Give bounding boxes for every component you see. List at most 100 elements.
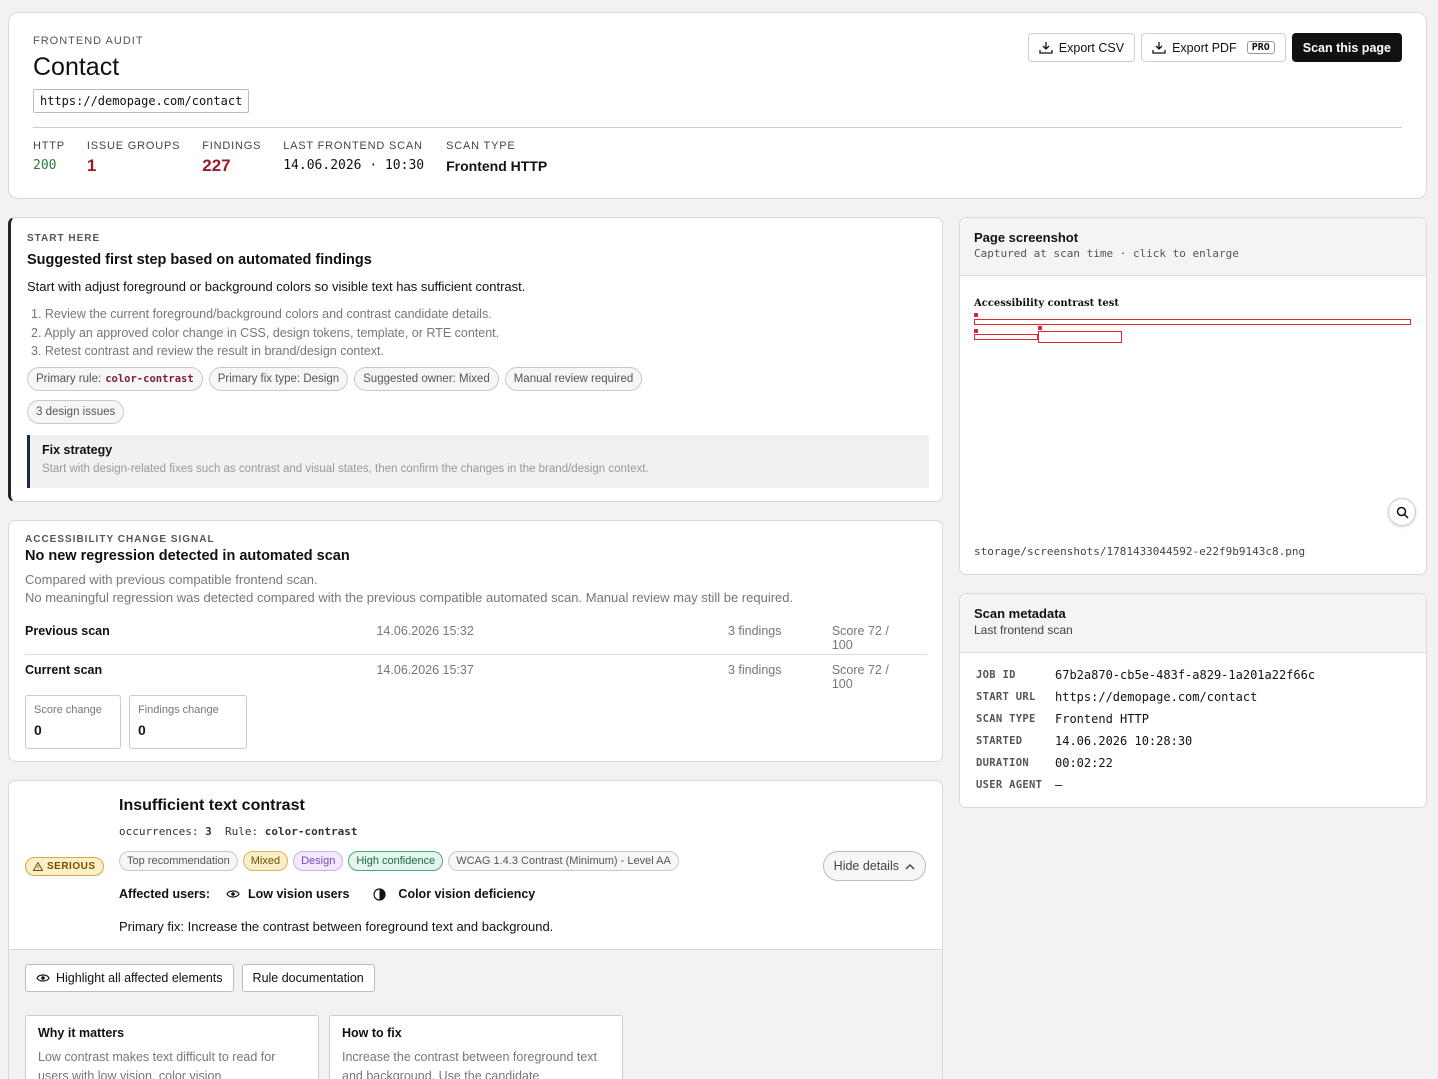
metadata-row: USER AGENT — (976, 774, 1315, 796)
stat-value: 14.06.2026 · 10:30 (283, 158, 425, 173)
tag-design: Design (293, 851, 344, 871)
screenshot-preview[interactable]: Accessibility contrast test (974, 298, 1412, 548)
metadata-key: JOB ID (976, 669, 1016, 681)
metadata-row: JOB ID 67b2a870-cb5e-483f-a829-1a201a22f6… (976, 664, 1315, 686)
compare-row-previous: Previous scan 14.06.2026 15:32 3 finding… (25, 624, 913, 652)
metadata-key: DURATION (976, 757, 1029, 769)
score-change-value: 0 (34, 722, 42, 738)
how-to-fix-text: Increase the contrast between foreground… (342, 1050, 598, 1079)
page-screenshot-subtitle: Captured at scan time · click to enlarge (974, 247, 1239, 260)
header-eyebrow: FRONTEND AUDIT (33, 35, 144, 47)
why-it-matters-text: Low contrast makes text difficult to rea… (38, 1050, 276, 1079)
severity-badge: SERIOUS (25, 857, 104, 876)
metadata-key: USER AGENT (976, 779, 1043, 791)
metadata-value: https://demopage.com/contact (1055, 690, 1258, 704)
page-url: https://demopage.com/contact (33, 89, 250, 113)
findings-change-value: 0 (138, 722, 146, 738)
metadata-row: DURATION 00:02:22 (976, 752, 1315, 774)
hide-details-button[interactable]: Hide details (822, 851, 926, 881)
stat-value: 200 (33, 158, 57, 173)
step-item: 2. Apply an approved color change in CSS… (31, 325, 500, 340)
change-signal-title: No new regression detected in automated … (25, 548, 350, 564)
design-issues-row: 3 design issues (27, 400, 125, 424)
download-icon (1039, 42, 1053, 54)
stat-label: LAST FRONTEND SCAN (283, 140, 423, 152)
change-signal-eyebrow: ACCESSIBILITY CHANGE SIGNAL (25, 534, 215, 545)
fix-strategy: Fix strategy Start with design-related f… (27, 435, 929, 488)
primary-fix: Primary fix: Increase the contrast betwe… (119, 919, 554, 934)
occurrences-value: 3 (205, 825, 212, 838)
fix-strategy-title: Fix strategy (42, 443, 113, 457)
metadata-value: — (1055, 778, 1063, 792)
tag-mixed: Mixed (242, 851, 289, 871)
stat-value: Frontend HTTP (446, 158, 548, 174)
metadata-value: 67b2a870-cb5e-483f-a829-1a201a22f66c (1055, 668, 1316, 682)
scan-page-button[interactable]: Scan this page (1291, 33, 1402, 62)
compare-row-label: Current scan (25, 663, 103, 677)
findings-change-label: Findings change (138, 704, 219, 716)
contrast-icon (373, 887, 387, 901)
tag-top-recommendation: Top recommendation (119, 851, 238, 871)
findings-change-box: Findings change 0 (129, 695, 247, 749)
page-screenshot-card[interactable]: Page screenshot Captured at scan time · … (959, 217, 1427, 575)
header-actions: Export CSV Export PDF PRO Scan this page (1027, 33, 1402, 62)
magnifier-icon (1396, 506, 1409, 519)
start-here-title: Suggested first step based on automated … (27, 252, 372, 268)
compare-row-label: Previous scan (25, 624, 110, 638)
stat-http: HTTP 200 (33, 140, 65, 176)
contrast-highlight-box (974, 334, 1038, 340)
score-change-label: Score change (34, 704, 102, 716)
tag-wcag: WCAG 1.4.3 Contrast (Minimum) - Level AA (448, 851, 679, 871)
metadata-key: START URL (976, 691, 1036, 703)
compare-row-date: 14.06.2026 15:32 (376, 624, 474, 638)
stat-scan-type: SCAN TYPE Frontend HTTP (446, 140, 547, 176)
stat-issue-groups: ISSUE GROUPS 1 (87, 140, 180, 176)
metadata-value: Frontend HTTP (1055, 712, 1149, 726)
eye-icon (36, 974, 50, 982)
severity-label: SERIOUS (47, 861, 96, 872)
change-signal-line2: No meaningful regression was detected co… (25, 590, 794, 605)
contrast-highlight-box (974, 319, 1411, 325)
affected-user-item: Color vision deficiency (398, 887, 536, 901)
page-title: Contact (33, 53, 120, 81)
highlight-elements-button[interactable]: Highlight all affected elements (25, 964, 234, 992)
scan-metadata-card: Scan metadata Last frontend scan JOB ID 6… (959, 593, 1427, 808)
stat-findings: FINDINGS 227 (202, 140, 261, 176)
warning-icon (33, 862, 43, 871)
scan-metadata-header: Scan metadata Last frontend scan (960, 594, 1426, 653)
stat-label: HTTP (33, 140, 65, 152)
occurrences-label: occurrences: (119, 825, 199, 838)
how-to-fix-card: How to fix Increase the contrast between… (329, 1015, 623, 1079)
zoom-button[interactable] (1388, 498, 1416, 526)
stat-value: 227 (202, 156, 231, 175)
rule-documentation-button[interactable]: Rule documentation (241, 964, 375, 992)
header-stats: HTTP 200 ISSUE GROUPS 1 FINDINGS 227 LAS… (33, 140, 547, 176)
change-signal-card: ACCESSIBILITY CHANGE SIGNAL No new regre… (8, 520, 943, 762)
start-here-chips: Primary rule: color-contrast Primary fix… (27, 367, 643, 391)
compare-row-score: Score 72 / 100 (831, 663, 889, 691)
metadata-value: 00:02:22 (1055, 756, 1113, 770)
issue-actions: Highlight all affected elements Rule doc… (25, 964, 375, 992)
page-screenshot-header: Page screenshot Captured at scan time · … (960, 218, 1426, 276)
issue-details-panel: Highlight all affected elements Rule doc… (9, 949, 942, 1079)
screenshot-path: storage/screenshots/1781433044592-e22f9b… (974, 545, 1306, 558)
contrast-highlight-box (1038, 331, 1122, 343)
export-pdf-button[interactable]: Export PDF PRO (1141, 33, 1286, 62)
fix-strategy-text: Start with design-related fixes such as … (42, 463, 649, 475)
metadata-list: JOB ID 67b2a870-cb5e-483f-a829-1a201a22f6… (976, 664, 1315, 796)
export-csv-label: Export CSV (1058, 40, 1125, 55)
export-csv-button[interactable]: Export CSV (1027, 33, 1136, 62)
stat-label: ISSUE GROUPS (86, 140, 181, 152)
issue-meta: occurrences: 3 Rule: color-contrast (119, 825, 357, 838)
owner-chip: Suggested owner: Mixed (354, 367, 499, 391)
primary-rule-label: Primary rule: (36, 373, 102, 385)
metadata-key: SCAN TYPE (976, 713, 1036, 725)
compare-row-date: 14.06.2026 15:37 (376, 663, 474, 677)
primary-rule-chip: Primary rule: color-contrast (27, 367, 203, 391)
metadata-row: SCAN TYPE Frontend HTTP (976, 708, 1315, 730)
stat-value: 1 (86, 156, 97, 175)
compare-row-findings: 3 findings (727, 663, 782, 677)
highlight-label (974, 313, 978, 317)
stat-label: FINDINGS (202, 140, 262, 152)
metadata-value: 14.06.2026 10:28:30 (1055, 734, 1193, 748)
